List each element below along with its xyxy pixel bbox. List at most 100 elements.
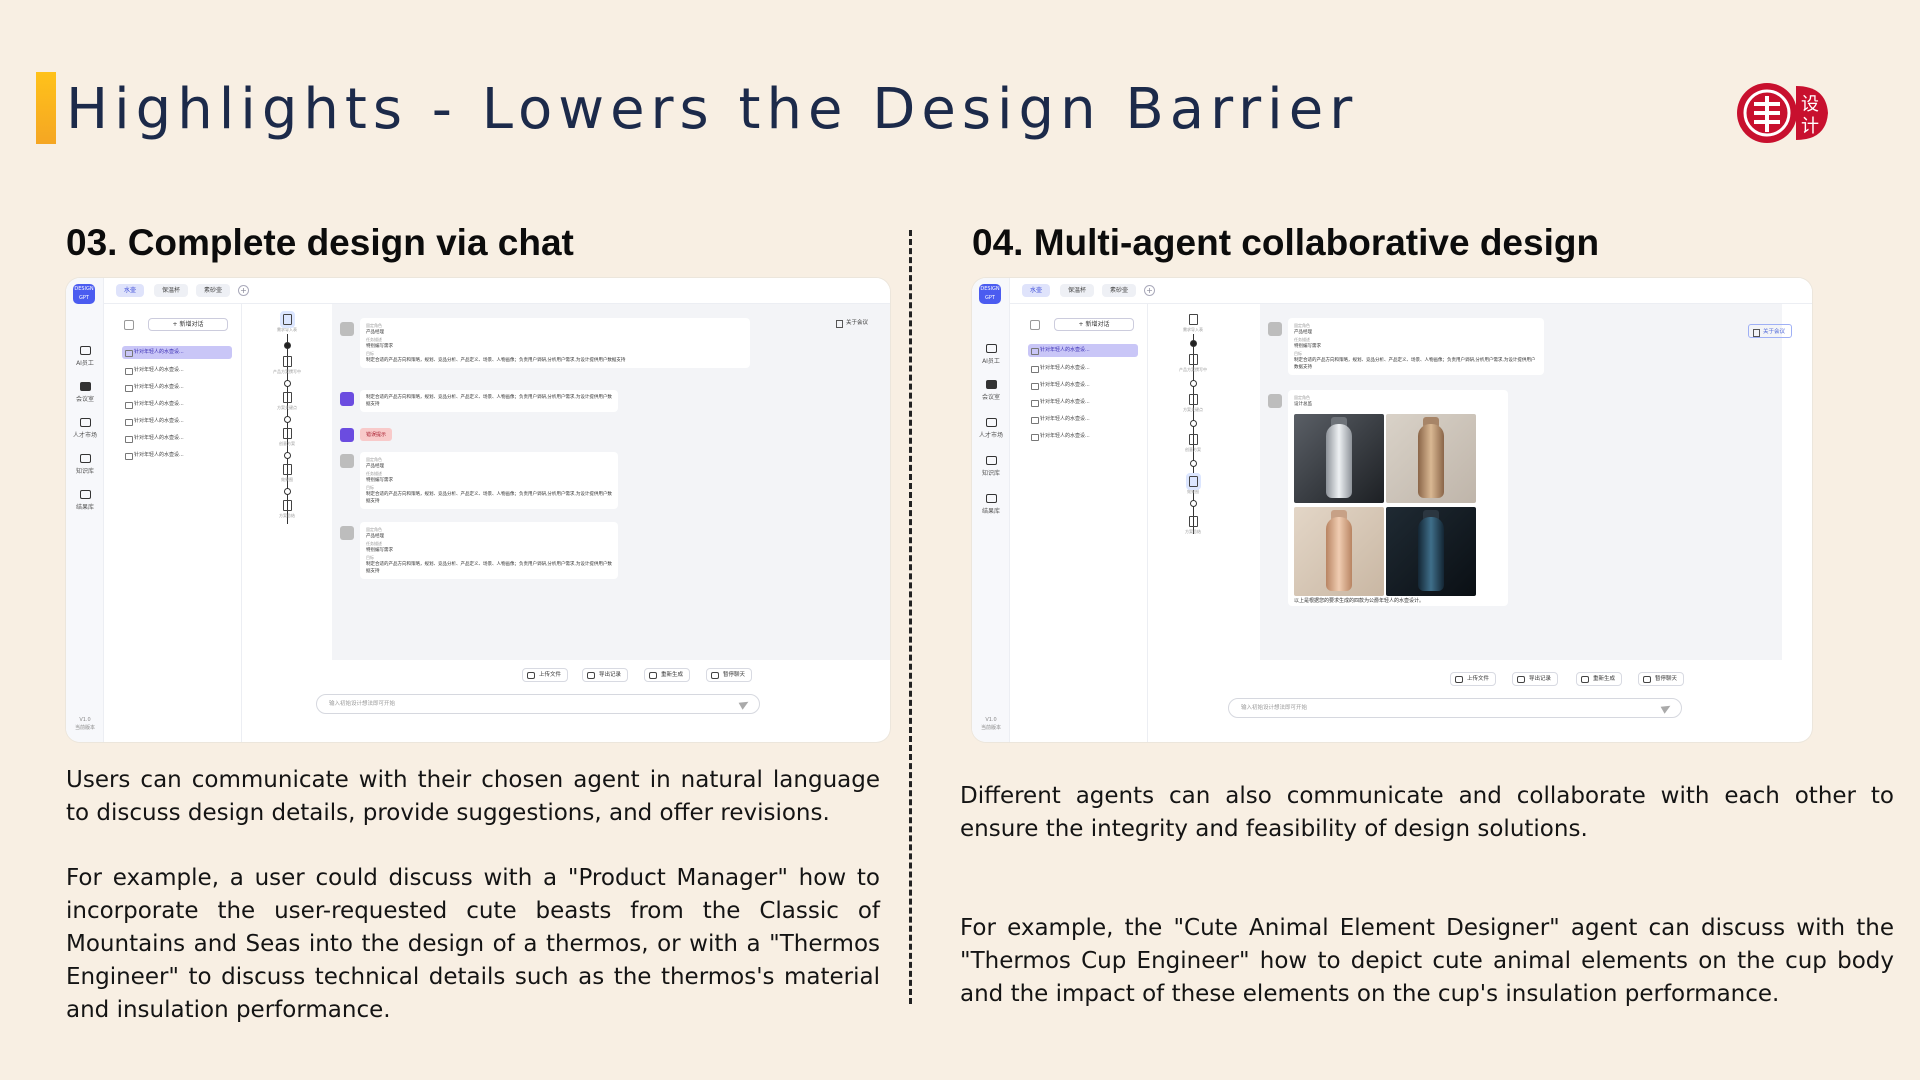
page-title: Highlights - Lowers the Design Barrier bbox=[66, 77, 1359, 142]
app-screenshot-multi-agent: DESIGN GPT AI员工 会议室 人才市场 知识库 结果库 V1.0 当前版… bbox=[972, 278, 1812, 742]
add-tab-icon[interactable]: + bbox=[1144, 285, 1155, 296]
new-chat-button[interactable]: + 新增对话 bbox=[148, 318, 228, 331]
flow-node[interactable]: 需求导入表 bbox=[242, 311, 332, 333]
thermos-image-dark[interactable] bbox=[1386, 507, 1476, 596]
conversation-item[interactable]: 针对年轻人的水壶设... bbox=[122, 381, 232, 394]
tab-sand-pot[interactable]: 素砂壶 bbox=[196, 284, 231, 297]
upload-file-button[interactable]: 上传文件 bbox=[1450, 672, 1497, 686]
tab-thermos[interactable]: 保温杯 bbox=[154, 284, 189, 297]
rail-results[interactable]: 结果库 bbox=[972, 494, 1010, 515]
database-icon bbox=[985, 456, 997, 465]
conversation-list: + 新增对话 针对年轻人的水壶设... 针对年轻人的水壶设... 针对年轻人的水… bbox=[104, 304, 242, 742]
flow-node[interactable]: 创意方案 bbox=[1148, 434, 1238, 453]
app-sidebar-rail: DESIGN GPT AI员工 会议室 人才市场 知识库 结果库 V1.0 当前版… bbox=[972, 278, 1010, 742]
meeting-button[interactable]: 关于会议 bbox=[832, 316, 874, 330]
pause-chat-button[interactable]: 暂停聊天 bbox=[1638, 672, 1685, 686]
thermos-image-silver[interactable] bbox=[1294, 414, 1384, 503]
robot-icon bbox=[79, 346, 91, 355]
tab-kettle[interactable]: 水壶 bbox=[116, 284, 145, 297]
rail-ai-staff[interactable]: AI员工 bbox=[972, 344, 1010, 365]
conversation-item[interactable]: 针对年轻人的水壶设... bbox=[122, 346, 232, 359]
chat-input[interactable]: 输入初始设计想法即可开始 bbox=[1228, 698, 1682, 718]
conversation-item[interactable]: 针对年轻人的水壶设... bbox=[122, 449, 232, 462]
section-title-multi-agent: 04. Multi-agent collaborative design bbox=[972, 222, 1600, 263]
export-record-button[interactable]: 导出记录 bbox=[582, 668, 629, 682]
flow-node[interactable]: 方案总结 bbox=[242, 500, 332, 519]
image-icon bbox=[79, 490, 91, 499]
document-icon bbox=[1188, 354, 1198, 365]
users-icon bbox=[79, 418, 91, 427]
thermos-image-rose[interactable] bbox=[1294, 507, 1384, 596]
flow-node[interactable]: 需求导入表 bbox=[1148, 314, 1238, 333]
rail-knowledge[interactable]: 知识库 bbox=[66, 454, 104, 475]
dashed-divider bbox=[909, 230, 912, 1004]
conversation-item[interactable]: 针对年轻人的水壶设... bbox=[1028, 430, 1138, 443]
document-icon bbox=[1188, 394, 1198, 405]
app-tabbar: 水壶 保温杯 素砂壶 + bbox=[104, 278, 890, 304]
export-record-button[interactable]: 导出记录 bbox=[1512, 672, 1559, 686]
rail-ai-staff[interactable]: AI员工 bbox=[66, 346, 104, 367]
title-accent-bar bbox=[36, 72, 56, 144]
image-icon bbox=[1185, 473, 1201, 490]
conversation-item[interactable]: 针对年轻人的水壶设... bbox=[122, 432, 232, 445]
conversation-item[interactable]: 针对年轻人的水壶设... bbox=[122, 364, 232, 377]
paragraph-chat-example: For example, a user could discuss with a… bbox=[66, 865, 880, 1023]
conversation-item[interactable]: 针对年轻人的水壶设... bbox=[1028, 413, 1138, 426]
tab-thermos[interactable]: 保温杯 bbox=[1060, 284, 1095, 297]
flow-node[interactable]: 效果图 bbox=[242, 464, 332, 483]
logo-char-1: 设 bbox=[1801, 94, 1819, 115]
flow-dot bbox=[284, 488, 291, 495]
conversation-item[interactable]: 针对年轻人的水壶设... bbox=[1028, 362, 1138, 375]
document-icon bbox=[1188, 314, 1198, 325]
flow-node[interactable]: 方案关键点 bbox=[1148, 394, 1238, 413]
rail-talent-market[interactable]: 人才市场 bbox=[972, 418, 1010, 439]
flow-node[interactable]: 效果图 bbox=[1148, 473, 1238, 495]
new-chat-button[interactable]: + 新增对话 bbox=[1054, 318, 1134, 331]
brand-logo: 设 计 bbox=[1737, 83, 1828, 143]
flow-node[interactable]: 方案总结 bbox=[1148, 516, 1238, 535]
flow-node[interactable]: 产品方案撰写中 bbox=[1148, 354, 1238, 373]
send-icon[interactable] bbox=[738, 698, 751, 710]
logo-char-2: 计 bbox=[1801, 116, 1819, 137]
tab-kettle[interactable]: 水壶 bbox=[1022, 284, 1051, 297]
upload-file-button[interactable]: 上传文件 bbox=[522, 668, 569, 682]
conversation-item[interactable]: 针对年轻人的水壶设... bbox=[122, 415, 232, 428]
panel-toggle-icon[interactable] bbox=[124, 320, 134, 330]
conversation-item[interactable]: 针对年轻人的水壶设... bbox=[1028, 379, 1138, 392]
bot-avatar bbox=[340, 392, 354, 406]
meeting-button[interactable]: 关于会议 bbox=[1748, 324, 1793, 338]
regenerate-button[interactable]: 重新生成 bbox=[644, 668, 691, 682]
app-logo: DESIGN GPT bbox=[979, 284, 1001, 304]
pause-chat-button[interactable]: 暂停聊天 bbox=[706, 668, 753, 682]
chat-message: 固定角色 产品经理 任务描述 特别编写需求 目标 制定合适的产品方向和策略，规划、竞品… bbox=[360, 318, 750, 368]
flow-dot bbox=[1190, 460, 1197, 467]
paragraph-multi-agent-intro: Different agents can also communicate an… bbox=[960, 783, 1894, 842]
flow-node[interactable]: 产品方案撰写中 bbox=[242, 356, 332, 375]
conversation-list: + 新增对话 针对年轻人的水壶设... 针对年轻人的水壶设... 针对年轻人的水… bbox=[1010, 304, 1148, 742]
flow-dot bbox=[284, 342, 291, 349]
rail-results[interactable]: 结果库 bbox=[66, 490, 104, 511]
conversation-item[interactable]: 针对年轻人的水壶设... bbox=[1028, 396, 1138, 409]
database-icon bbox=[79, 454, 91, 463]
rail-meeting-room[interactable]: 会议室 bbox=[66, 382, 104, 403]
add-tab-icon[interactable]: + bbox=[238, 285, 249, 296]
conversation-item[interactable]: 针对年轻人的水壶设... bbox=[122, 398, 232, 411]
document-icon bbox=[282, 356, 292, 367]
flow-dot bbox=[1190, 500, 1197, 507]
thermos-image-bronze[interactable] bbox=[1386, 414, 1476, 503]
rail-knowledge[interactable]: 知识库 bbox=[972, 456, 1010, 477]
flow-node[interactable]: 方案关键点 bbox=[242, 392, 332, 411]
chat-input[interactable]: 输入初始设计想法即可开始 bbox=[316, 694, 760, 714]
send-icon[interactable] bbox=[1660, 702, 1673, 714]
rail-meeting-room[interactable]: 会议室 bbox=[972, 380, 1010, 401]
tab-sand-pot[interactable]: 素砂壶 bbox=[1102, 284, 1137, 297]
conversation-item[interactable]: 针对年轻人的水壶设... bbox=[1028, 344, 1138, 357]
image-icon bbox=[282, 464, 292, 475]
flow-node[interactable]: 创意方案 bbox=[242, 428, 332, 447]
panel-toggle-icon[interactable] bbox=[1030, 320, 1040, 330]
rail-talent-market[interactable]: 人才市场 bbox=[66, 418, 104, 439]
avatar bbox=[1268, 322, 1282, 336]
flow-dot bbox=[284, 416, 291, 423]
regenerate-button[interactable]: 重新生成 bbox=[1576, 672, 1623, 686]
document-icon bbox=[279, 311, 295, 328]
